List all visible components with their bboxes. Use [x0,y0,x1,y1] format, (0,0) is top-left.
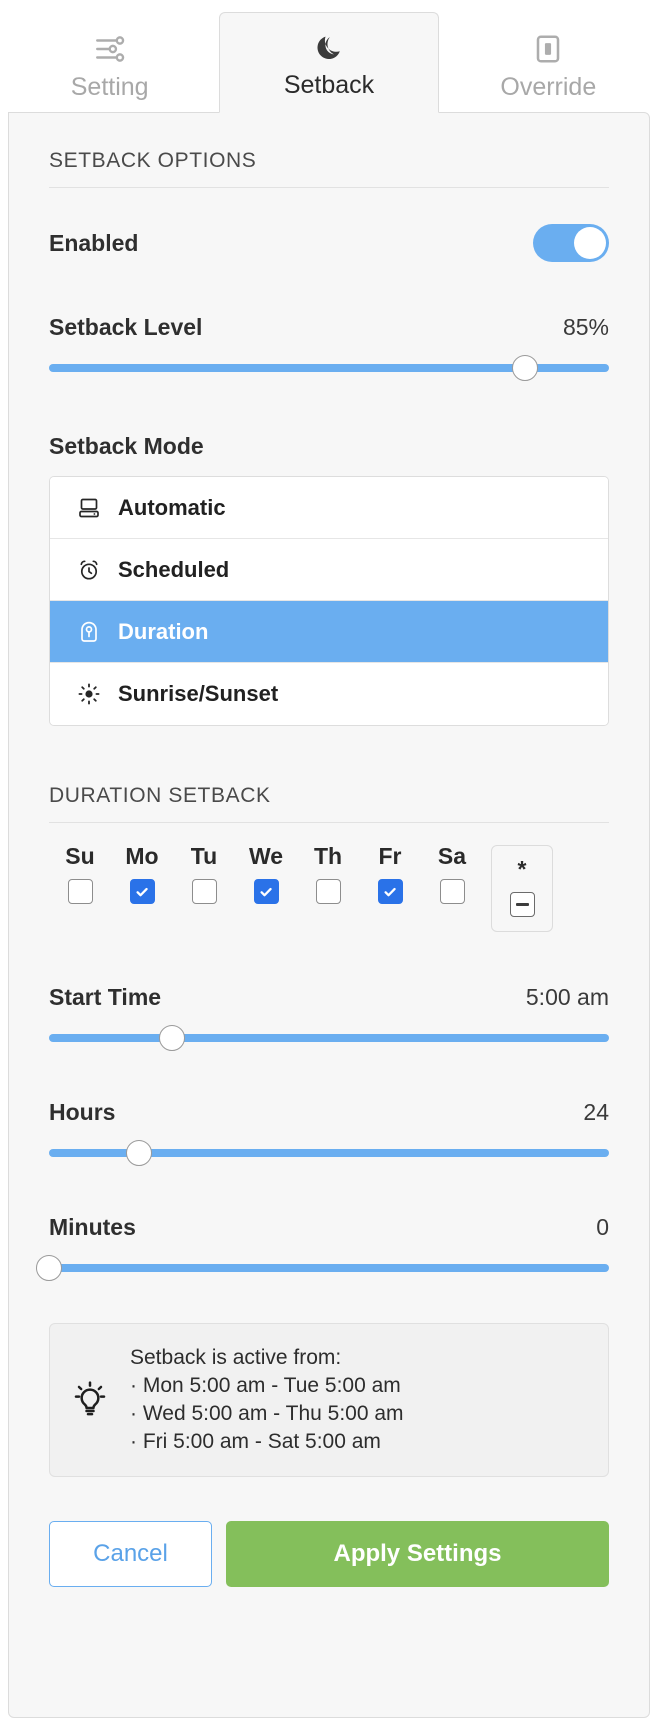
slider-track [49,1264,609,1272]
mode-item-automatic[interactable]: Automatic [50,477,608,539]
day-su[interactable]: Su [49,845,111,904]
tab-bar: Setting Setback Override [0,0,658,113]
day-selector: Su Mo Tu We Th Fr Sa * [49,845,609,932]
setback-panel: SETBACK OPTIONS Enabled Setback Level 85… [8,112,650,1718]
mode-item-duration-label: Duration [118,618,209,644]
setback-mode-label: Setback Mode [49,433,204,459]
day-tu-checkbox[interactable] [191,879,217,904]
day-mo-checkbox[interactable] [129,879,155,904]
day-th-checkbox[interactable] [315,879,341,904]
duration-setback-section: DURATION SETBACK Su Mo Tu We Th Fr Sa * … [36,784,609,1587]
minutes-value: 0 [596,1214,609,1240]
mode-item-sunrise-sunset[interactable]: Sunrise/Sunset [50,663,608,725]
mode-item-automatic-label: Automatic [118,494,226,520]
all-days-toggle[interactable]: * [491,845,553,932]
enabled-label: Enabled [49,229,139,256]
slider-track [49,1034,609,1042]
day-su-checkbox[interactable] [67,879,93,904]
mode-item-scheduled[interactable]: Scheduled [50,539,608,601]
setback-active-line: · Fri 5:00 am - Sat 5:00 am [130,1429,381,1453]
slider-thumb[interactable] [512,355,538,381]
day-mo-label: Mo [125,843,159,869]
enabled-toggle[interactable] [533,224,609,262]
slider-thumb[interactable] [159,1025,186,1051]
setback-level-label: Setback Level [49,314,203,340]
setback-level-group: Setback Level 85% [49,314,609,381]
setback-level-slider[interactable] [49,355,609,381]
all-days-checkbox[interactable] [509,892,535,917]
setback-active-text: Setback is active from: · Mon 5:00 am - … [130,1344,404,1456]
setback-level-value: 85% [562,314,609,340]
day-tu-label: Tu [190,843,218,869]
setback-options-title: SETBACK OPTIONS [49,149,609,188]
start-time-row: Start Time 5:00 am [49,984,609,1011]
setback-active-line: · Mon 5:00 am - Tue 5:00 am [130,1373,401,1397]
day-sa-label: Sa [437,843,467,869]
setback-mode-group: Setback Mode Automatic Scheduled Duratio… [49,433,609,726]
tab-override-label: Override [500,73,597,101]
hours-group: Hours 24 [49,1099,609,1166]
alarm-clock-icon [76,558,102,582]
action-buttons: Cancel Apply Settings [49,1520,609,1587]
hours-row: Hours 24 [49,1099,609,1126]
tab-override[interactable]: Override [439,16,658,113]
tab-setback[interactable]: Setback [219,12,439,113]
toggle-knob [574,227,606,259]
switch-icon [532,30,564,68]
sliders-icon [93,30,127,68]
tab-setting-label: Setting [70,73,149,101]
duration-icon [76,620,102,644]
day-su-label: Su [65,843,95,869]
day-tu[interactable]: Tu [173,845,235,904]
all-days-label: * [517,856,527,882]
day-sa-checkbox[interactable] [439,879,465,904]
day-mo[interactable]: Mo [111,845,173,904]
hours-label: Hours [49,1099,116,1125]
lightbulb-icon [70,1380,110,1420]
start-time-group: Start Time 5:00 am [49,984,609,1051]
minutes-row: Minutes 0 [49,1214,609,1241]
day-fr-label: Fr [378,843,402,869]
setback-mode-list: Automatic Scheduled Duration Sunrise/Sun… [49,476,609,726]
tab-setting[interactable]: Setting [0,16,219,113]
start-time-value: 5:00 am [525,984,609,1010]
day-fr-checkbox[interactable] [377,879,403,904]
day-we-checkbox[interactable] [253,879,279,904]
setback-active-info: Setback is active from: · Mon 5:00 am - … [49,1323,609,1477]
day-sa[interactable]: Sa [421,845,483,904]
moon-icon [313,28,345,66]
apply-settings-button[interactable]: Apply Settings [226,1520,609,1587]
computer-icon [76,496,102,520]
day-th[interactable]: Th [297,845,359,904]
minutes-label: Minutes [49,1214,136,1240]
mode-item-duration[interactable]: Duration [50,601,608,663]
start-time-slider[interactable] [49,1025,609,1051]
day-we-label: We [248,843,284,869]
start-time-label: Start Time [49,984,162,1010]
day-fr[interactable]: Fr [359,845,421,904]
hours-slider[interactable] [49,1140,609,1166]
enabled-row: Enabled [49,224,609,262]
minutes-slider[interactable] [36,1255,609,1281]
minutes-group: Minutes 0 [36,1214,609,1281]
setback-active-heading: Setback is active from: [130,1346,342,1369]
hours-value: 24 [583,1099,609,1125]
mode-item-sunrise-sunset-label: Sunrise/Sunset [118,681,279,706]
cancel-button[interactable]: Cancel [49,1520,212,1587]
setback-level-row: Setback Level 85% [49,314,609,341]
day-th-label: Th [313,843,343,869]
tab-setback-label: Setback [283,70,375,99]
indeterminate-dash-icon [515,903,529,906]
slider-thumb[interactable] [125,1140,152,1166]
mode-item-scheduled-label: Scheduled [118,556,230,582]
setback-active-line: · Wed 5:00 am - Thu 5:00 am [130,1401,404,1425]
slider-thumb[interactable] [36,1255,62,1281]
duration-setback-title: DURATION SETBACK [49,784,609,823]
day-we[interactable]: We [235,845,297,904]
sun-icon [76,682,102,706]
setback-settings-screen: Setting Setback Override SETBACK OPTIONS [0,0,658,1736]
